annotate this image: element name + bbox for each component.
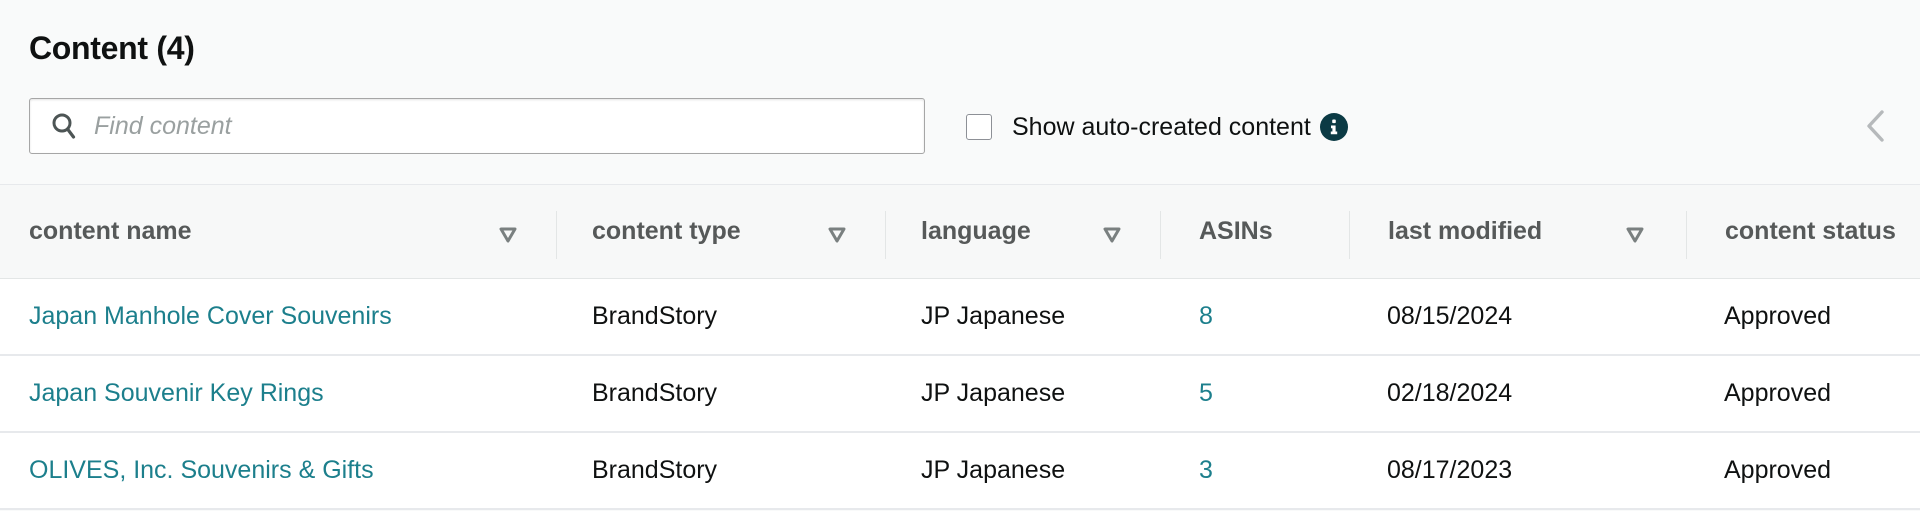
filter-icon[interactable] — [498, 222, 518, 243]
content-type-cell: BrandStory — [592, 379, 718, 407]
last-modified-cell: 02/18/2024 — [1387, 379, 1513, 407]
auto-created-toggle: Show auto-created content — [966, 112, 1348, 142]
search-icon — [50, 112, 78, 140]
column-header-content-type[interactable]: content type — [557, 185, 886, 278]
content-status-cell: Approved — [1724, 379, 1832, 407]
column-label: content name — [29, 217, 192, 245]
content-header: Content (4) Show auto-created content — [0, 0, 1920, 184]
show-auto-created-label[interactable]: Show auto-created content — [1012, 113, 1311, 142]
asins-link[interactable]: 5 — [1199, 379, 1213, 407]
search-input[interactable] — [92, 98, 924, 154]
column-header-asins[interactable]: ASINs — [1161, 185, 1350, 278]
content-name-link[interactable]: Japan Souvenir Key Rings — [29, 379, 324, 407]
table-row: OLIVES, Inc. Souvenirs & Gifts BrandStor… — [0, 433, 1920, 510]
filter-icon[interactable] — [1625, 222, 1645, 243]
column-header-content-status[interactable]: content status — [1687, 185, 1920, 278]
language-cell: JP Japanese — [921, 302, 1066, 330]
last-modified-cell: 08/17/2023 — [1387, 456, 1513, 484]
content-status-cell: Approved — [1724, 456, 1832, 484]
page-title: Content (4) — [29, 30, 195, 66]
column-label: content type — [592, 217, 741, 245]
table-header: content name content type language ASINs — [0, 185, 1920, 279]
info-icon[interactable] — [1319, 113, 1348, 141]
content-type-cell: BrandStory — [592, 302, 718, 330]
content-status-cell: Approved — [1724, 302, 1832, 330]
content-name-link[interactable]: OLIVES, Inc. Souvenirs & Gifts — [29, 456, 374, 484]
column-label: ASINs — [1199, 217, 1273, 245]
last-modified-cell: 08/15/2024 — [1387, 302, 1513, 330]
table-row: Japan Manhole Cover Souvenirs BrandStory… — [0, 279, 1920, 356]
collapse-panel-button[interactable] — [1862, 109, 1888, 148]
filter-icon[interactable] — [827, 222, 847, 243]
table-row: Japan Souvenir Key Rings BrandStory JP J… — [0, 356, 1920, 433]
column-label: content status — [1725, 217, 1896, 245]
asins-link[interactable]: 8 — [1199, 302, 1213, 330]
search-box[interactable] — [29, 98, 925, 154]
column-label: last modified — [1388, 217, 1543, 245]
column-label: language — [921, 217, 1031, 245]
content-table: content name content type language ASINs — [0, 184, 1920, 510]
language-cell: JP Japanese — [921, 379, 1066, 407]
content-type-cell: BrandStory — [592, 456, 718, 484]
column-header-content-name[interactable]: content name — [0, 185, 557, 278]
column-header-language[interactable]: language — [886, 185, 1161, 278]
asins-link[interactable]: 3 — [1199, 456, 1213, 484]
language-cell: JP Japanese — [921, 456, 1066, 484]
content-name-link[interactable]: Japan Manhole Cover Souvenirs — [29, 302, 392, 330]
show-auto-created-checkbox[interactable] — [966, 114, 992, 140]
column-header-last-modified[interactable]: last modified — [1350, 185, 1687, 278]
chevron-left-icon — [1864, 109, 1886, 148]
filter-icon[interactable] — [1102, 222, 1122, 243]
